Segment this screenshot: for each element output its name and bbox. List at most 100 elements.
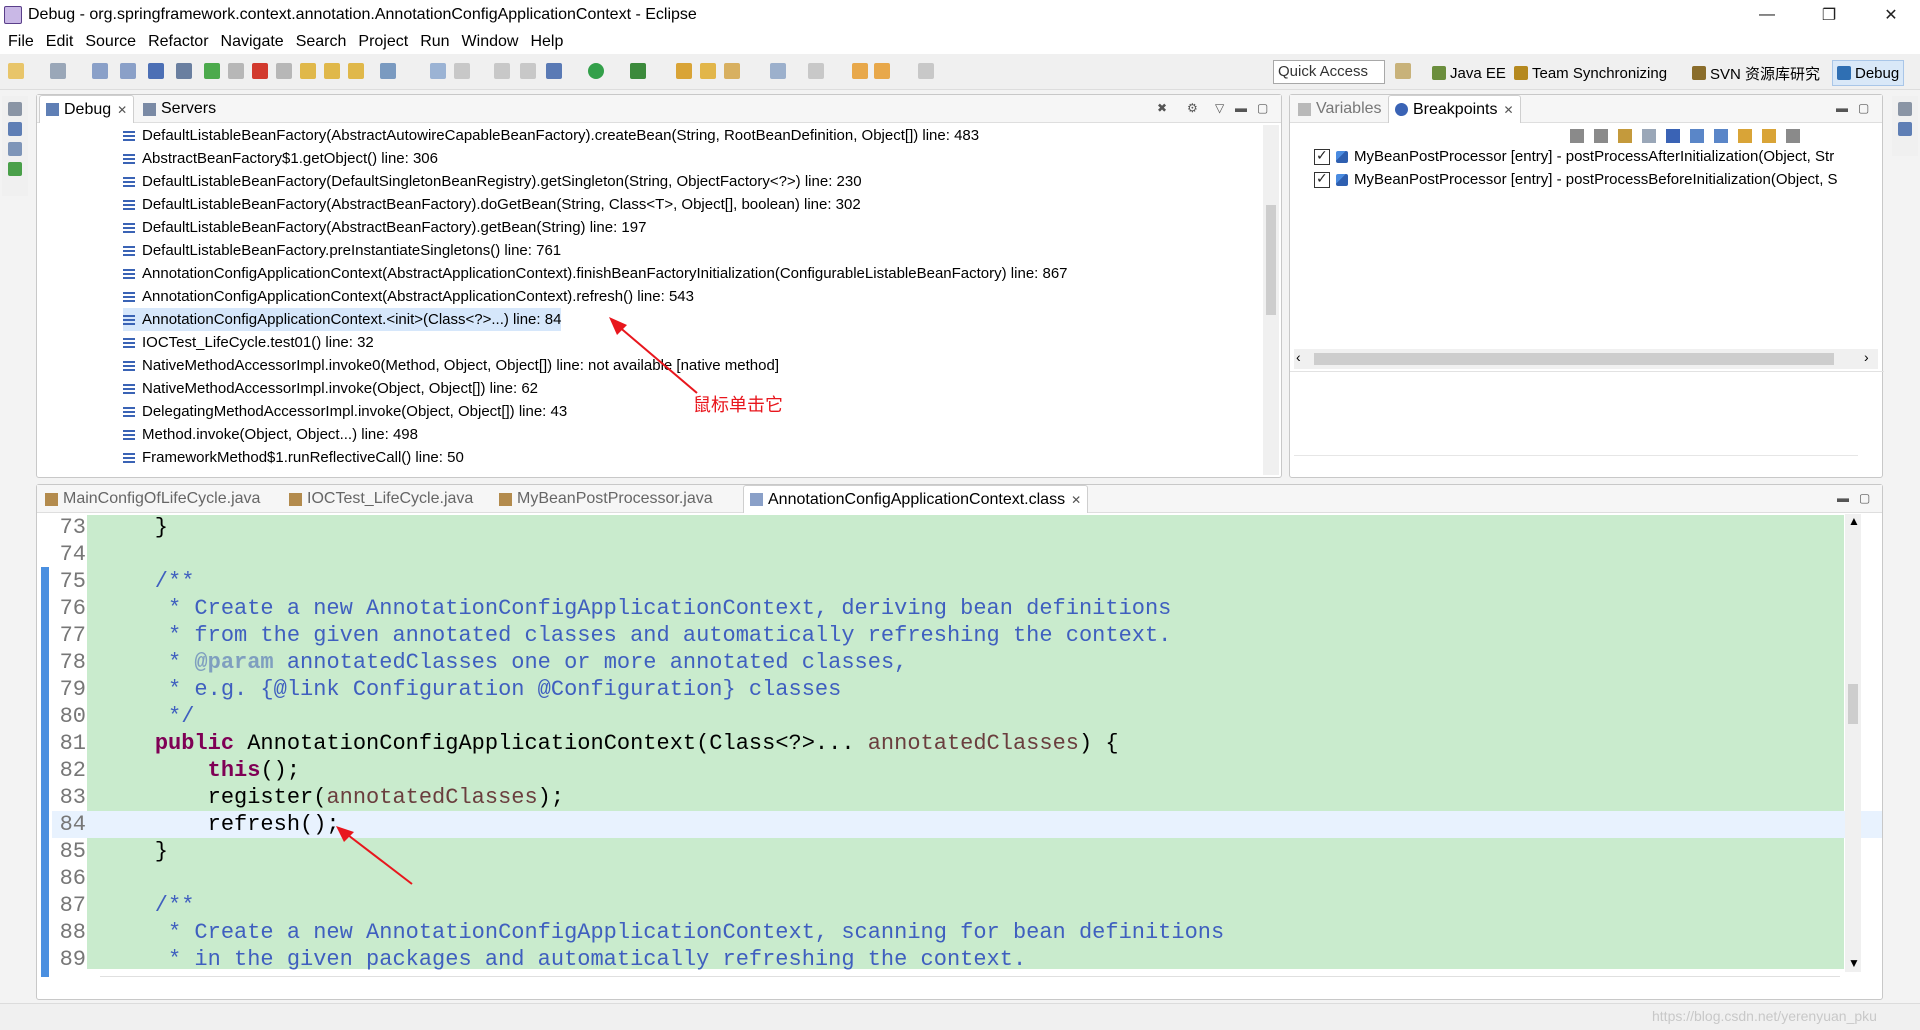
maximize-button[interactable]: ❐ — [1800, 0, 1858, 30]
stack-frame[interactable]: DefaultListableBeanFactory(DefaultSingle… — [123, 170, 862, 193]
menu-navigate[interactable]: Navigate — [217, 33, 292, 51]
stack-frame[interactable]: IOCTest_LifeCycle.test01() line: 32 — [123, 331, 374, 354]
perspective-svn[interactable]: SVN 资源库研究 — [1692, 60, 1820, 86]
detail-hscrollbar[interactable] — [1294, 455, 1858, 471]
scroll-right-icon[interactable]: › — [1864, 349, 1869, 365]
line-number[interactable]: 85 — [48, 838, 86, 865]
stack-frame[interactable]: FrameworkMethod$1.runReflectiveCall() li… — [123, 446, 464, 469]
minimize-button[interactable]: — — [1738, 0, 1796, 30]
step-return-icon[interactable] — [348, 63, 364, 79]
search-icon[interactable] — [724, 63, 740, 79]
quick-access-input[interactable]: Quick Access — [1273, 60, 1385, 84]
run-icon[interactable] — [588, 63, 604, 79]
scroll-down-icon[interactable]: ▼ — [1848, 956, 1860, 970]
toolbar-icon[interactable] — [808, 63, 824, 79]
resume-icon[interactable] — [204, 63, 220, 79]
scrollbar-thumb[interactable] — [1266, 205, 1276, 315]
open-perspective-icon[interactable] — [1395, 63, 1411, 79]
view-menu-chevron-icon[interactable]: ▽ — [1215, 101, 1224, 115]
minimize-view-icon[interactable]: ▬ — [1837, 491, 1849, 505]
line-number[interactable]: 84 — [48, 811, 86, 838]
perspective-team-sync[interactable]: Team Synchronizing — [1514, 60, 1667, 86]
menu-window[interactable]: Window — [458, 33, 527, 51]
forward-icon[interactable] — [918, 63, 934, 79]
menu-refactor[interactable]: Refactor — [144, 33, 216, 51]
remove-all-breakpoints-icon[interactable] — [1594, 129, 1608, 143]
minimize-view-icon[interactable]: ▬ — [1836, 101, 1848, 115]
line-number[interactable]: 74 — [48, 541, 86, 568]
stack-frame[interactable]: AnnotationConfigApplicationContext(Abstr… — [123, 285, 694, 308]
minimized-view-icon[interactable] — [8, 162, 22, 176]
toolbar-icon[interactable] — [454, 63, 470, 79]
stack-frame[interactable]: DefaultListableBeanFactory.preInstantiat… — [123, 239, 561, 262]
tab-servers[interactable]: Servers — [137, 95, 222, 123]
expand-all-icon[interactable] — [1690, 129, 1704, 143]
editor-hscrollbar[interactable] — [100, 976, 1840, 996]
save-all-icon[interactable] — [120, 63, 136, 79]
line-number[interactable]: 83 — [48, 784, 86, 811]
view-menu-icon[interactable]: ⚙ — [1187, 101, 1198, 115]
prev-annotation-icon[interactable] — [852, 63, 868, 79]
breakpoint-item[interactable]: MyBeanPostProcessor [entry] - postProces… — [1314, 145, 1834, 168]
stack-frame[interactable]: DefaultListableBeanFactory(AbstractBeanF… — [123, 216, 646, 239]
line-number[interactable]: 77 — [48, 622, 86, 649]
stack-frame[interactable]: Method.invoke(Object, Object...) line: 4… — [123, 423, 418, 446]
save-icon[interactable] — [92, 63, 108, 79]
skip-all-breakpoints-icon[interactable] — [1666, 129, 1680, 143]
stack-frame[interactable]: AnnotationConfigApplicationContext.<init… — [123, 308, 562, 331]
back-icon[interactable] — [874, 63, 890, 79]
breakpoint-checkbox[interactable] — [1314, 147, 1330, 165]
line-number[interactable]: 78 — [48, 649, 86, 676]
perspective-java-ee[interactable]: Java EE — [1432, 60, 1506, 86]
remove-breakpoint-icon[interactable] — [1570, 129, 1584, 143]
close-button[interactable]: ✕ — [1862, 0, 1920, 30]
menu-project[interactable]: Project — [354, 33, 416, 51]
stack-frame[interactable]: AbstractBeanFactory$1.getObject() line: … — [123, 147, 438, 170]
show-supported-icon[interactable] — [1618, 129, 1632, 143]
breakpoint-item[interactable]: MyBeanPostProcessor [entry] - postProces… — [1314, 168, 1838, 191]
scroll-up-icon[interactable]: ▲ — [1848, 514, 1860, 528]
annotation-icon[interactable] — [770, 63, 786, 79]
open-type-icon[interactable] — [700, 63, 716, 79]
line-number[interactable]: 80 — [48, 703, 86, 730]
minimized-view-icon[interactable] — [8, 142, 22, 156]
line-number[interactable]: 86 — [48, 865, 86, 892]
stack-frame[interactable]: DelegatingMethodAccessorImpl.invoke(Obje… — [123, 400, 567, 423]
minimized-view-icon[interactable] — [8, 102, 22, 116]
breakpoints-hscrollbar[interactable]: ‹ › — [1294, 349, 1878, 369]
maximize-view-icon[interactable]: ▢ — [1257, 101, 1268, 115]
line-number[interactable]: 73 — [48, 514, 86, 541]
close-tab-icon[interactable]: ✕ — [117, 103, 127, 117]
tab-annotationconfig[interactable]: AnnotationConfigApplicationContext.class… — [743, 485, 1089, 513]
breakpoint-checkbox[interactable] — [1314, 170, 1330, 188]
stack-frame[interactable]: DefaultListableBeanFactory(AbstractAutow… — [123, 124, 979, 147]
step-over-icon[interactable] — [324, 63, 340, 79]
tab-debug[interactable]: Debug ✕ — [39, 95, 135, 123]
line-number[interactable]: 89 — [48, 946, 86, 973]
view-menu-icon[interactable] — [1786, 129, 1800, 143]
debug-launch-icon[interactable] — [546, 63, 562, 79]
close-tab-icon[interactable]: ✕ — [1071, 493, 1081, 507]
new-icon[interactable] — [8, 63, 24, 79]
tab-breakpoints[interactable]: Breakpoints ✕ — [1388, 95, 1521, 123]
maximize-view-icon[interactable]: ▢ — [1859, 491, 1870, 505]
tab-mybeanpostprocessor[interactable]: MyBeanPostProcessor.java — [493, 485, 719, 513]
toolbar-icon[interactable] — [494, 63, 510, 79]
suspend-icon[interactable] — [228, 63, 244, 79]
menu-edit[interactable]: Edit — [42, 33, 82, 51]
skip-breakpoints-icon[interactable] — [176, 63, 192, 79]
line-number[interactable]: 88 — [48, 919, 86, 946]
line-number[interactable]: 82 — [48, 757, 86, 784]
outline-icon[interactable] — [1898, 122, 1912, 136]
editor-scrollbar[interactable]: ▲ ▼ — [1845, 514, 1861, 972]
tab-mainconfig[interactable]: MainConfigOfLifeCycle.java — [39, 485, 266, 513]
menu-file[interactable]: File — [4, 33, 42, 51]
close-tab-icon[interactable]: ✕ — [1504, 103, 1514, 117]
drop-to-frame-icon[interactable] — [380, 63, 396, 79]
minimize-view-icon[interactable]: ▬ — [1235, 101, 1247, 115]
debug-scrollbar[interactable] — [1263, 125, 1279, 475]
menu-help[interactable]: Help — [526, 33, 571, 51]
collapse-all-icon[interactable] — [1714, 129, 1728, 143]
menu-search[interactable]: Search — [292, 33, 355, 51]
line-number[interactable]: 81 — [48, 730, 86, 757]
